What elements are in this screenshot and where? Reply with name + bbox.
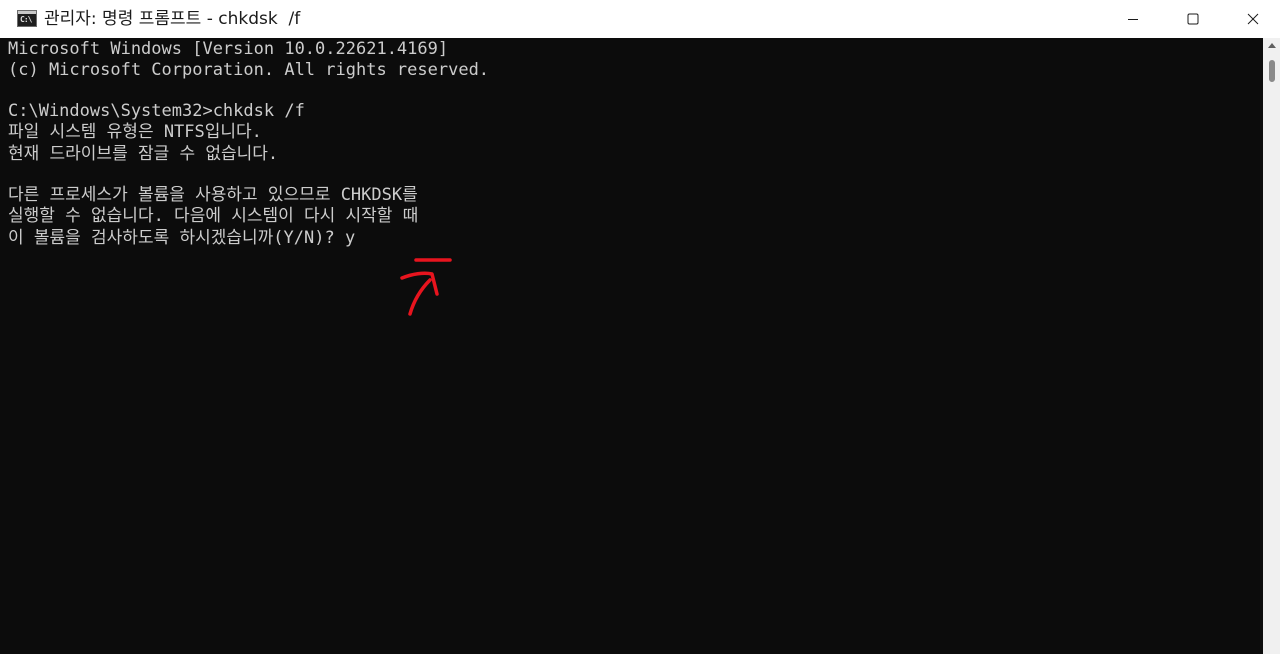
command-prompt-icon: C:\ [17,10,37,27]
console-line: (c) Microsoft Corporation. All rights re… [8,60,490,80]
command-prompt-window: C:\ 관리자: 명령 프롬프트 - chkdsk /f Microsoft W… [0,0,1280,654]
title-bar[interactable]: C:\ 관리자: 명령 프롬프트 - chkdsk /f [0,0,1280,38]
maximize-icon [1187,13,1199,25]
close-icon [1247,13,1259,25]
app-icon-label: C:\ [20,15,32,24]
minimize-button[interactable] [1104,0,1162,38]
window-title: 관리자: 명령 프롬프트 - chkdsk /f [44,9,301,29]
console-output[interactable]: Microsoft Windows [Version 10.0.22621.41… [0,38,1263,654]
maximize-button[interactable] [1164,0,1222,38]
scroll-thumb[interactable] [1269,60,1275,82]
console-line: C:\Windows\System32>chkdsk /f [8,101,305,121]
vertical-scrollbar[interactable] [1263,38,1280,654]
close-button[interactable] [1224,0,1280,38]
console-line: Microsoft Windows [Version 10.0.22621.41… [8,39,449,59]
console-line: 파일 시스템 유형은 NTFS입니다. [8,122,262,142]
red-arrow-annotation [400,258,452,316]
console-line: 이 볼륨을 검사하도록 하시겠습니까(Y/N)? y [8,228,356,248]
console-line: 현재 드라이브를 잠글 수 없습니다. [8,144,279,164]
console-line: 다른 프로세스가 볼륨을 사용하고 있으므로 CHKDSK를 [8,185,418,205]
console-line: 실행할 수 없습니다. 다음에 시스템이 다시 시작할 때 [8,206,419,226]
scroll-up-arrow-icon[interactable] [1268,43,1276,48]
minimize-icon [1128,19,1138,20]
